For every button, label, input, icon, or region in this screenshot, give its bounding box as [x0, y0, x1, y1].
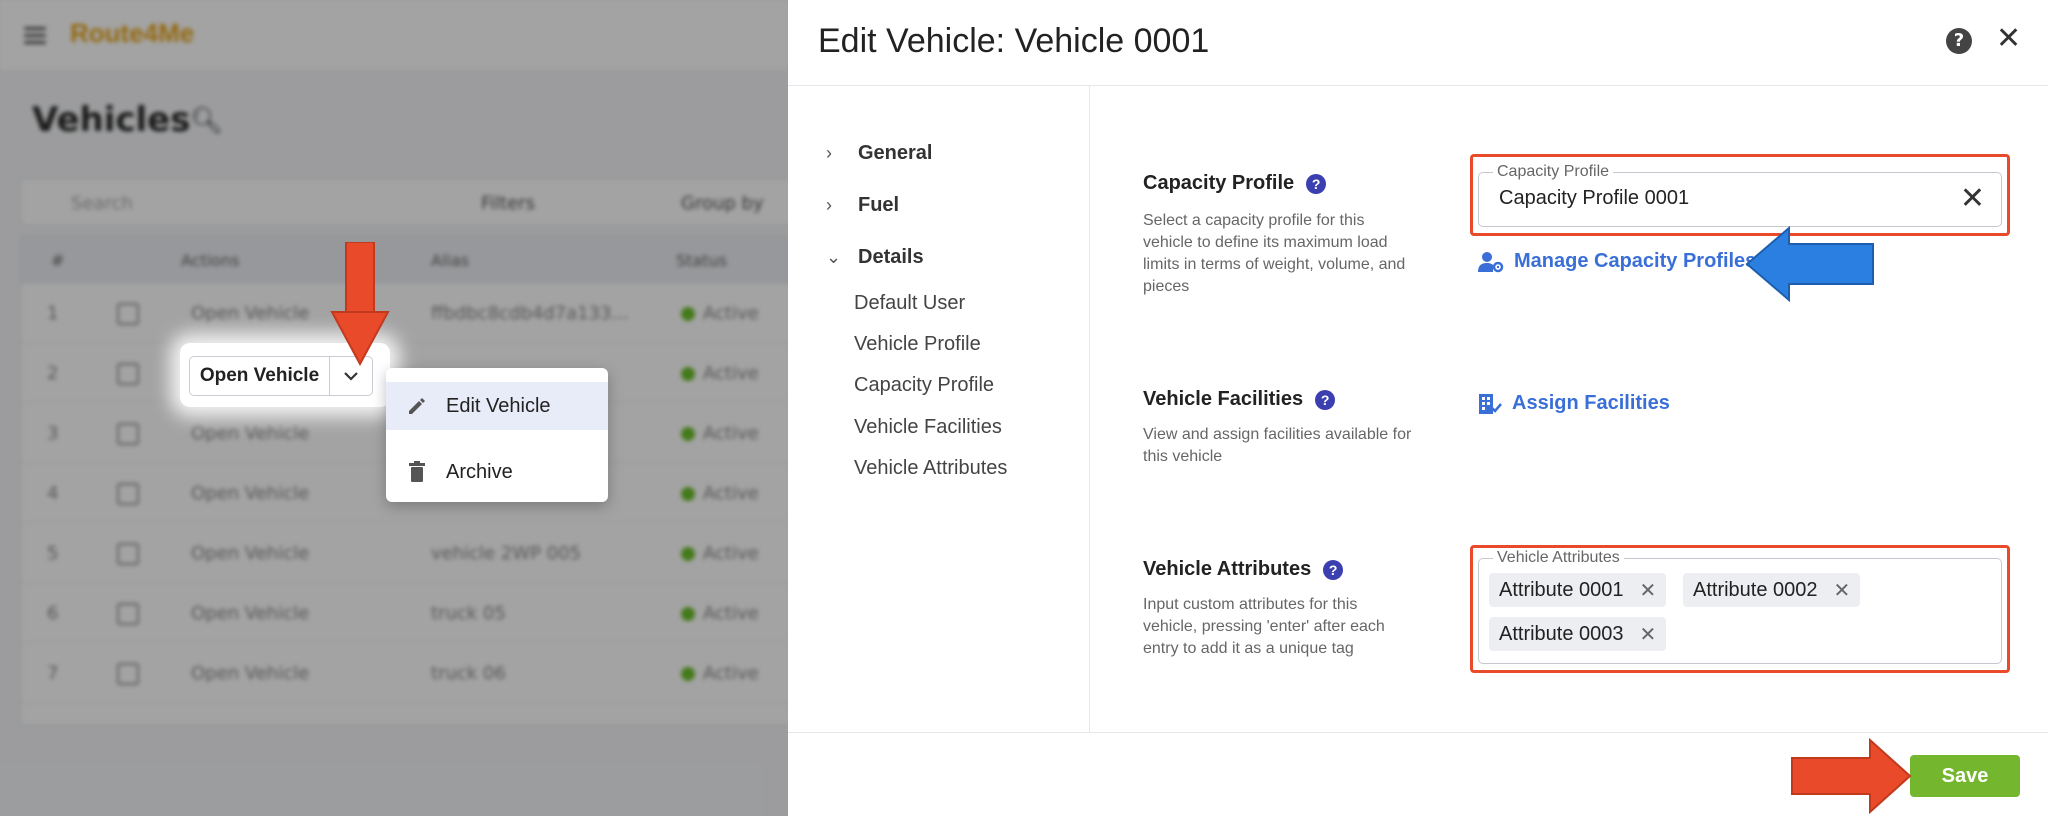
assign-facilities-link[interactable]: Assign Facilities — [1478, 392, 1670, 415]
remove-chip-icon[interactable]: ✕ — [1834, 578, 1851, 603]
link-label: Manage Capacity Profiles — [1514, 250, 1757, 272]
chip-label: Attribute 0001 — [1499, 578, 1624, 601]
capacity-profile-select[interactable]: Capacity Profile Capacity Profile 0001 ✕ — [1478, 163, 2002, 227]
vehicle-attributes-input[interactable]: Vehicle Attributes Attribute 0001 ✕ Attr… — [1478, 549, 2002, 664]
drawer-navigation: › General › Fuel ⌄ Details Default User … — [788, 86, 1090, 732]
chip-label: Attribute 0003 — [1499, 622, 1624, 645]
nav-section-label: Details — [858, 246, 924, 268]
nav-section-details[interactable]: ⌄ Details — [826, 246, 924, 269]
field-value: Capacity Profile 0001 — [1499, 187, 1690, 209]
menu-item-label: Edit Vehicle — [446, 394, 551, 417]
link-label: Assign Facilities — [1512, 392, 1670, 414]
edit-vehicle-drawer: Edit Vehicle: Vehicle 0001 ? ✕ › General… — [788, 0, 2048, 816]
capacity-profile-title: Capacity Profile ? — [1143, 172, 1327, 195]
section-title-text: Vehicle Facilities — [1143, 388, 1304, 410]
nav-item-vehicle-facilities[interactable]: Vehicle Facilities — [854, 416, 1002, 439]
actions-dropdown-menu: Edit Vehicle Archive — [386, 368, 608, 502]
menu-item-archive[interactable]: Archive — [386, 448, 608, 496]
field-label: Capacity Profile — [1493, 163, 1614, 181]
nav-item-vehicle-attributes[interactable]: Vehicle Attributes — [854, 457, 1007, 480]
section-title-text: Vehicle Attributes — [1143, 558, 1312, 580]
clear-icon[interactable]: ✕ — [1960, 181, 1985, 216]
drawer-header: Edit Vehicle: Vehicle 0001 ? ✕ — [788, 0, 2048, 86]
nav-section-fuel[interactable]: › Fuel — [826, 194, 899, 217]
vehicle-attributes-title: Vehicle Attributes ? — [1143, 558, 1344, 581]
section-title-text: Capacity Profile — [1143, 172, 1295, 194]
nav-item-vehicle-profile[interactable]: Vehicle Profile — [854, 333, 981, 356]
annotation-arrow-left — [1745, 226, 1874, 302]
chevron-down-icon — [344, 372, 358, 381]
chevron-right-icon: › — [826, 195, 832, 215]
drawer-body: Capacity Profile ? Select a capacity pro… — [1091, 86, 2048, 732]
nav-item-capacity-profile[interactable]: Capacity Profile — [854, 374, 994, 397]
vehicle-facilities-title: Vehicle Facilities ? — [1143, 388, 1336, 411]
remove-chip-icon[interactable]: ✕ — [1640, 578, 1657, 603]
menu-item-label: Archive — [446, 460, 513, 483]
chip-label: Attribute 0002 — [1693, 578, 1818, 601]
drawer-title: Edit Vehicle: Vehicle 0001 — [818, 22, 1210, 60]
trash-icon — [404, 461, 430, 483]
attribute-chip[interactable]: Attribute 0002 ✕ — [1683, 573, 1861, 607]
help-icon[interactable]: ? — [1306, 173, 1327, 194]
annotation-arrow-down — [330, 242, 390, 366]
nav-section-label: General — [858, 142, 933, 164]
attribute-chip[interactable]: Attribute 0003 ✕ — [1489, 617, 1667, 651]
help-icon[interactable]: ? — [1315, 389, 1336, 410]
vehicle-facilities-description: View and assign facilities available for… — [1143, 426, 1412, 465]
help-icon[interactable]: ? — [1946, 28, 1972, 54]
chevron-down-icon: ⌄ — [826, 247, 842, 267]
chevron-right-icon: › — [826, 143, 832, 163]
help-icon[interactable]: ? — [1323, 559, 1344, 580]
capacity-profile-description: Select a capacity profile for this vehic… — [1143, 212, 1406, 295]
remove-chip-icon[interactable]: ✕ — [1640, 622, 1657, 647]
nav-item-default-user[interactable]: Default User — [854, 292, 965, 315]
pencil-icon — [404, 396, 430, 416]
annotation-arrow-right — [1791, 738, 1912, 814]
menu-item-edit-vehicle[interactable]: Edit Vehicle — [386, 382, 608, 430]
field-label: Vehicle Attributes — [1493, 549, 1624, 567]
nav-section-label: Fuel — [858, 194, 900, 216]
nav-section-general[interactable]: › General — [826, 142, 932, 165]
building-check-icon — [1478, 393, 1502, 415]
close-icon[interactable]: ✕ — [1996, 24, 2021, 54]
open-vehicle-button[interactable]: Open Vehicle — [190, 357, 330, 395]
save-button[interactable]: Save — [1910, 755, 2020, 797]
user-gear-icon — [1478, 251, 1504, 273]
manage-capacity-profiles-link[interactable]: Manage Capacity Profiles — [1478, 250, 1756, 273]
vehicle-attributes-description: Input custom attributes for this vehicle… — [1143, 596, 1385, 657]
attribute-chip[interactable]: Attribute 0001 ✕ — [1489, 573, 1667, 607]
